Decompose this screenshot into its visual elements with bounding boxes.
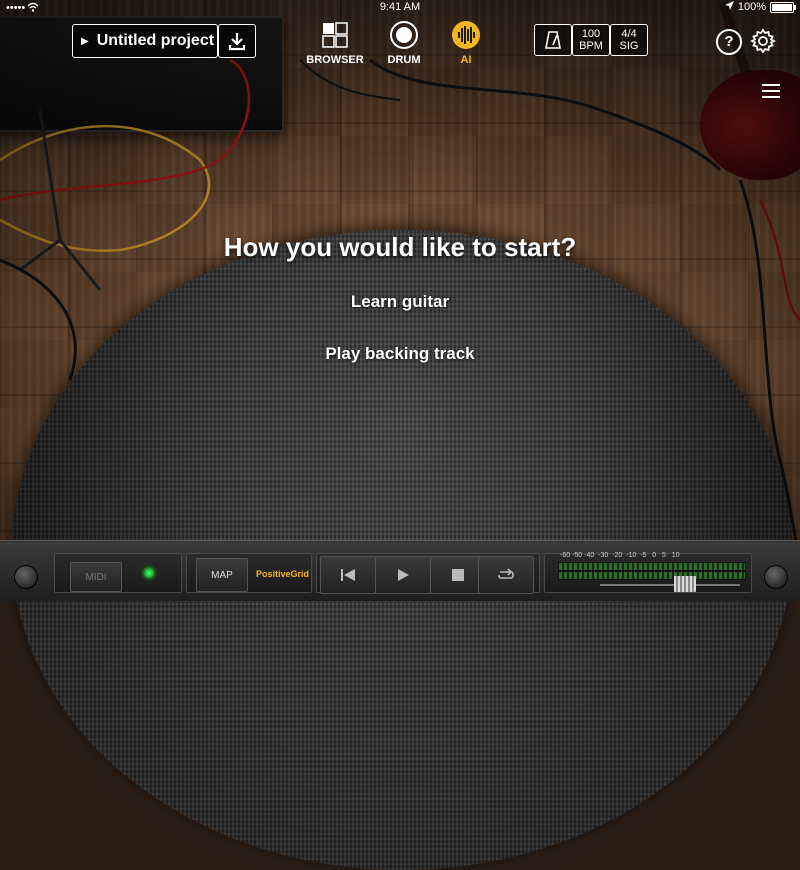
skip-back-icon (341, 569, 355, 581)
meter-tick: -20 (612, 552, 623, 559)
drum-icon (389, 20, 419, 50)
menu-line (762, 90, 780, 92)
level-meter-left (558, 562, 746, 571)
metronome-button[interactable] (534, 24, 572, 56)
download-button[interactable] (218, 24, 256, 58)
bpm-label: BPM (579, 40, 603, 52)
volume-slider-thumb[interactable] (674, 576, 696, 592)
meter-tick: -5 (640, 552, 647, 559)
loop-icon (498, 568, 514, 579)
battery-percent: 100% (737, 1, 766, 13)
metronome-icon (545, 31, 561, 49)
tab-ai[interactable]: AI (436, 20, 496, 66)
tab-drum[interactable]: DRUM (374, 20, 434, 66)
meter-tick: -50 (572, 552, 583, 559)
tab-drum-label: DRUM (387, 54, 421, 66)
bpm-value: 100 (581, 28, 601, 40)
meter-tick: -40 (584, 552, 595, 559)
hamburger-menu-button[interactable] (762, 84, 780, 98)
left-knob[interactable] (14, 565, 38, 589)
menu-line (762, 84, 780, 86)
play-icon (398, 569, 409, 581)
meter-tick: -10 (626, 552, 637, 559)
download-icon (228, 33, 246, 51)
stop-icon (452, 569, 464, 581)
loop-button[interactable] (478, 556, 534, 594)
status-bar: ••••• 9:41 AM 100% (0, 0, 800, 16)
battery-icon (770, 1, 796, 13)
map-button[interactable]: MAP (196, 558, 248, 592)
tab-browser[interactable]: BROWSER (305, 20, 365, 66)
help-button[interactable]: ? (716, 29, 742, 55)
tab-browser-label: BROWSER (306, 54, 364, 66)
play-button[interactable] (375, 556, 431, 594)
meter-tick: -30 (598, 552, 609, 559)
level-meter-scale: -60 -50 -40 -30 -20 -10 -5 0 5 10 (560, 552, 680, 559)
midi-button[interactable]: MIDI (70, 562, 122, 592)
grid-icon (320, 20, 350, 50)
question-mark-icon: ? (724, 33, 734, 50)
menu-line (762, 96, 780, 98)
sig-value: 4/4 (621, 28, 637, 40)
meter-tick: 0 (652, 552, 657, 559)
meter-tick: 5 (662, 552, 666, 559)
gear-icon (749, 28, 777, 54)
project-title-button[interactable]: ▶ Untitled project (72, 24, 218, 58)
right-knob[interactable] (764, 565, 788, 589)
bpm-button[interactable]: 100 BPM (572, 24, 610, 56)
play-triangle-icon: ▶ (81, 35, 89, 47)
settings-button[interactable] (749, 28, 777, 54)
level-meter-right (558, 571, 746, 580)
project-title: Untitled project (96, 32, 215, 49)
brand-logo: PositiveGrid (256, 569, 310, 579)
time-signature-button[interactable]: 4/4 SIG (610, 24, 648, 56)
learn-guitar-option[interactable]: Learn guitar (300, 292, 500, 312)
status-right: 100% (724, 1, 796, 13)
play-backing-track-option[interactable]: Play backing track (280, 344, 520, 364)
tab-ai-label: AI (460, 54, 472, 66)
start-prompt-title: How you would like to start? (223, 232, 577, 262)
sig-label: SIG (619, 40, 639, 52)
volume-slider-track[interactable] (600, 584, 740, 586)
meter-tick: -60 (560, 552, 571, 559)
status-time: 9:41 AM (379, 1, 421, 13)
midi-led-indicator (144, 568, 154, 578)
location-icon (724, 1, 734, 13)
meter-tick: 10 (671, 552, 680, 559)
waveform-icon (451, 20, 481, 50)
previous-button[interactable] (320, 556, 376, 594)
